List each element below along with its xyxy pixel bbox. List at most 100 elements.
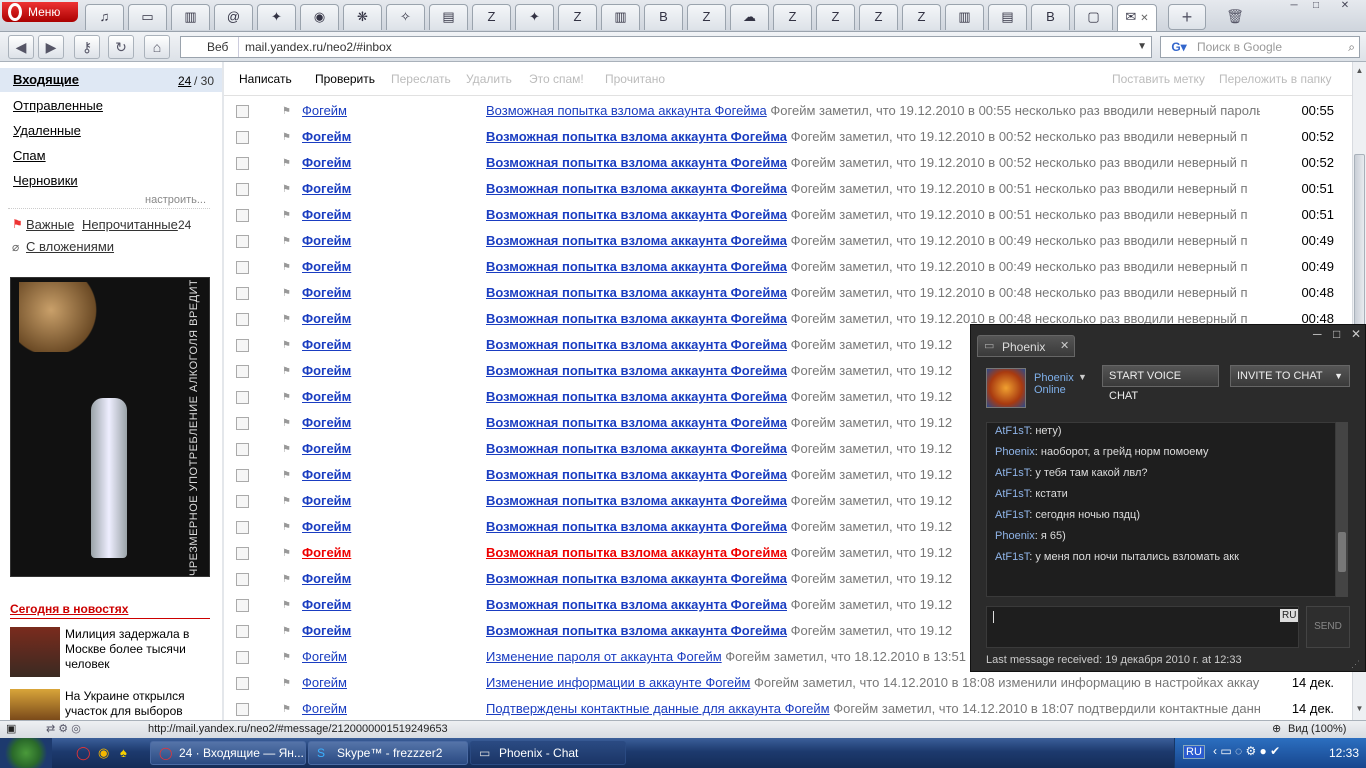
row-checkbox[interactable] [236, 625, 249, 638]
chat-user-name[interactable]: Phoenix [1034, 372, 1074, 384]
row-checkbox[interactable] [236, 183, 249, 196]
row-checkbox[interactable] [236, 521, 249, 534]
row-checkbox[interactable] [236, 365, 249, 378]
sender[interactable]: Фогейм [302, 124, 351, 150]
subject[interactable]: Возможная попытка взлома аккаунта Фогейм… [486, 311, 787, 326]
row-checkbox[interactable] [236, 209, 249, 222]
tab-chat-tab[interactable]: ▢ [1074, 4, 1113, 30]
chat-minimize-icon[interactable]: ─ [1313, 327, 1322, 341]
subject-cell[interactable]: Возможная попытка взлома аккаунта Фогейм… [486, 280, 1260, 306]
flag-icon[interactable]: ⚑ [282, 314, 292, 325]
taskbar-item-chat[interactable]: ▭ Phoenix - Chat [470, 741, 626, 765]
flag-icon[interactable]: ⚑ [282, 392, 292, 403]
table-row[interactable]: ⚑ Фогейм Возможная попытка взлома аккаунта… [224, 202, 1354, 228]
flag-icon[interactable]: ⚑ [282, 652, 292, 663]
zoom-level[interactable]: Вид (100%) [1288, 721, 1346, 738]
check-mail-button[interactable]: Проверить [315, 72, 375, 86]
subject[interactable]: Возможная попытка взлома аккаунта Фогейм… [486, 285, 787, 300]
table-row[interactable]: ⚑ Фогейм Возможная попытка взлома аккаунта… [224, 228, 1354, 254]
sender[interactable]: Фогейм [302, 98, 347, 124]
flag-icon[interactable]: ⚑ [282, 704, 292, 715]
sender[interactable]: Фогейм [302, 280, 351, 306]
sender[interactable]: Фогейм [302, 488, 351, 514]
row-checkbox[interactable] [236, 105, 249, 118]
flag-icon[interactable]: ⚑ [282, 262, 292, 273]
flag-icon[interactable]: ⚑ [282, 288, 292, 299]
tab-yandex-tab[interactable]: ✉ ✕ [1117, 4, 1157, 31]
tray-icons[interactable]: ‹ ▭ ◌ ⚙ ● ✔ [1213, 744, 1280, 758]
subject[interactable]: Возможная попытка взлома аккаунта Фогейм… [486, 519, 787, 534]
table-row[interactable]: ⚑ Фогейм Возможная попытка взлома аккаунта… [224, 150, 1354, 176]
row-checkbox[interactable] [236, 469, 249, 482]
sender[interactable]: Фогейм [302, 176, 351, 202]
move-button[interactable]: Переложить в папку [1219, 72, 1332, 86]
sender[interactable]: Фогейм [302, 306, 351, 332]
taskbar-item-mail[interactable]: ◯ 24 · Входящие — Ян... [150, 741, 306, 765]
row-checkbox[interactable] [236, 131, 249, 144]
subject[interactable]: Возможная попытка взлома аккаунта Фогейм… [486, 181, 787, 196]
news-title[interactable]: Сегодня в новостях [10, 602, 128, 616]
opera-quicklaunch-icon[interactable]: ◯ [76, 745, 91, 761]
row-checkbox[interactable] [236, 547, 249, 560]
resize-grip-icon[interactable]: ⋰ [1351, 659, 1360, 670]
news-image-2[interactable] [10, 689, 60, 720]
flag-icon[interactable]: ⚑ [282, 522, 292, 533]
language-indicator[interactable]: RU [1183, 745, 1205, 759]
subject-cell[interactable]: Возможная попытка взлома аккаунта Фогейм… [486, 254, 1260, 280]
table-row[interactable]: ⚑ Фогейм Возможная попытка взлома аккаунта… [224, 280, 1354, 306]
table-row[interactable]: ⚑ Фогейм Возможная попытка взлома аккаунта… [224, 124, 1354, 150]
tab-z6-tab[interactable]: Z [859, 4, 898, 30]
flag-icon[interactable]: ⚑ [282, 158, 292, 169]
folder-inbox[interactable]: Входящие 24 / 30 [0, 68, 222, 92]
sender[interactable]: Фогейм [302, 566, 351, 592]
input-language-badge[interactable]: RU [1280, 609, 1299, 622]
table-row[interactable]: ⚑ Фогейм Изменение информации в аккаунте Ф… [224, 670, 1354, 696]
subject-cell[interactable]: Возможная попытка взлома аккаунта Фогейм… [486, 202, 1260, 228]
start-button[interactable] [0, 738, 52, 768]
chat-scrollbar[interactable] [1336, 422, 1348, 597]
row-checkbox[interactable] [236, 495, 249, 508]
flag-icon[interactable]: ⚑ [282, 184, 292, 195]
row-checkbox[interactable] [236, 287, 249, 300]
row-checkbox[interactable] [236, 417, 249, 430]
tab-z5-tab[interactable]: Z [816, 4, 855, 30]
trash-icon[interactable]: 🗑 [1222, 4, 1248, 28]
flag-icon[interactable]: ⚑ [282, 574, 292, 585]
row-checkbox[interactable] [236, 573, 249, 586]
subject[interactable]: Возможная попытка взлома аккаунта Фогейм… [486, 337, 787, 352]
sender[interactable]: Фогейм [302, 254, 351, 280]
row-checkbox[interactable] [236, 651, 249, 664]
tab-window-tab[interactable]: ▭ [128, 4, 167, 30]
maximize-icon[interactable]: □ [1306, 0, 1326, 12]
tab-music-tab[interactable]: ♫ [85, 4, 124, 30]
tab-email-tab[interactable]: @ [214, 4, 253, 30]
table-row[interactable]: ⚑ Фогейм Возможная попытка взлома аккаунта… [224, 176, 1354, 202]
tab-z4-tab[interactable]: Z [773, 4, 812, 30]
compose-button[interactable]: Написать [239, 72, 292, 86]
table-row[interactable]: ⚑ Фогейм Подтверждены контактные данные дл… [224, 696, 1354, 720]
row-checkbox[interactable] [236, 261, 249, 274]
flag-icon[interactable]: ⚑ [282, 470, 292, 481]
forward-mail-button[interactable]: Переслать [391, 72, 451, 86]
flag-icon[interactable]: ⚑ [282, 366, 292, 377]
opera-menu-button[interactable]: Меню [2, 2, 78, 22]
sender[interactable]: Фогейм [302, 228, 351, 254]
sender[interactable]: Фогейм [302, 384, 351, 410]
chat-maximize-icon[interactable]: □ [1333, 327, 1340, 341]
avatar[interactable] [986, 368, 1026, 408]
scroll-up-icon[interactable]: ▲ [1354, 66, 1365, 76]
subject-cell[interactable]: Возможная попытка взлома аккаунта Фогейм… [486, 176, 1260, 202]
tab-z2-tab[interactable]: Z [558, 4, 597, 30]
folder-inbox-label[interactable]: Входящие [13, 72, 79, 87]
folder-drafts[interactable]: Черновики [13, 173, 78, 188]
tab-book2-tab[interactable]: ▥ [601, 4, 640, 30]
flag-icon[interactable]: ⚑ [282, 106, 292, 117]
chat-input[interactable]: RU [986, 606, 1299, 648]
subject[interactable]: Возможная попытка взлома аккаунта Фогейм… [486, 103, 767, 118]
tab-star2-tab[interactable]: ✦ [515, 4, 554, 30]
filter-important[interactable]: Важные [26, 217, 74, 232]
flag-icon[interactable]: ⚑ [282, 132, 292, 143]
sender[interactable]: Фогейм [302, 410, 351, 436]
zoom-icon[interactable]: ⊕ [1272, 721, 1281, 738]
message-author[interactable]: Phoenix [995, 530, 1035, 542]
